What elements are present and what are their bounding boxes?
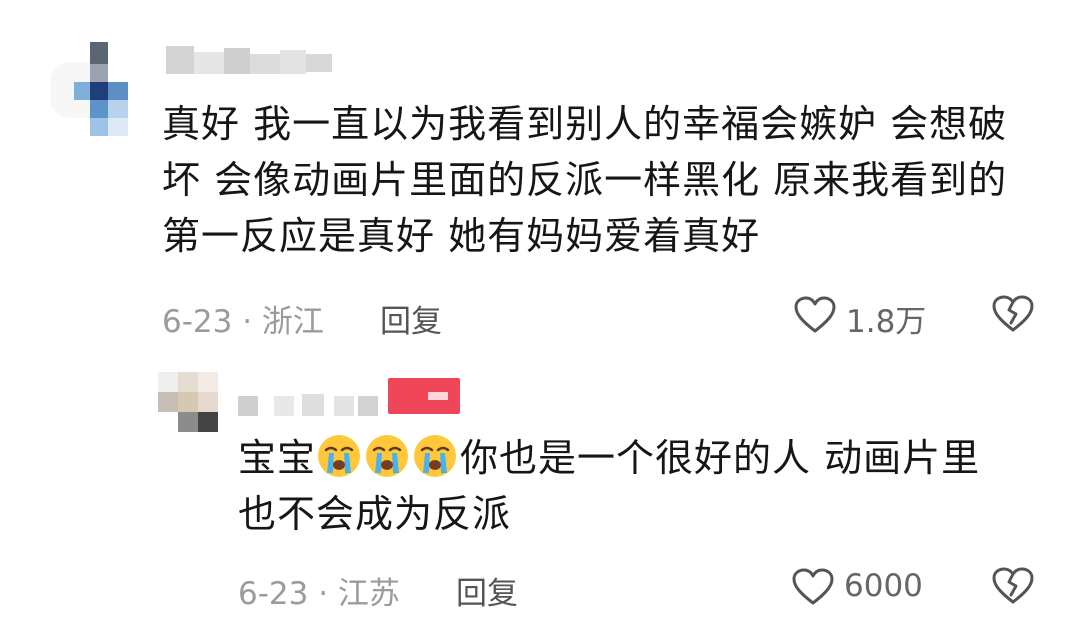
avatar-mosaic-cell: [198, 412, 218, 432]
avatar[interactable]: [44, 40, 144, 140]
avatar-mosaic-cell: [158, 372, 178, 392]
avatar-mosaic-cell: [178, 372, 198, 392]
blur-block: [166, 46, 194, 74]
avatar-mosaic-cell: [198, 372, 218, 392]
avatar-mosaic-cell: [178, 392, 198, 412]
reply-text: 宝宝 你也是一个很好的人 动画片里 也不会成为反派: [238, 430, 980, 542]
loudly-crying-face-icon: [412, 433, 458, 479]
blur-block: [358, 396, 378, 416]
avatar-mosaic-cell: [90, 100, 108, 118]
blur-block: [302, 394, 324, 416]
avatar-mosaic-cell: [108, 82, 128, 100]
comment-line: 真好 我一直以为我看到别人的幸福会嫉妒 会想破: [162, 102, 1008, 146]
reply-date-location: 6-23 · 江苏: [238, 576, 400, 612]
reply-line-rest: 你也是一个很好的人 动画片里: [460, 436, 981, 480]
username-blurred[interactable]: [238, 388, 378, 418]
avatar-mosaic-cell: [108, 118, 128, 136]
avatar-mosaic-cell: [90, 118, 108, 136]
reply-line: 宝宝 你也是一个很好的人 动画片里: [238, 430, 980, 486]
badge-blur: [428, 392, 448, 400]
loudly-crying-face-icon: [364, 433, 410, 479]
like-count: 1.8万: [846, 304, 927, 340]
heart-outline-icon[interactable]: [794, 296, 836, 334]
blur-block: [274, 396, 294, 416]
username-blurred[interactable]: [166, 44, 336, 76]
reply-prefix: 宝宝: [238, 436, 317, 480]
blur-block: [306, 54, 332, 72]
blur-block: [334, 396, 354, 416]
heart-outline-icon[interactable]: [792, 568, 834, 606]
avatar-mosaic-cell: [90, 64, 108, 82]
broken-heart-icon[interactable]: [992, 566, 1034, 606]
avatar[interactable]: [158, 372, 220, 434]
comment-line: 第一反应是真好 她有妈妈爱着真好: [162, 214, 761, 258]
blur-block: [280, 50, 306, 74]
avatar-mosaic-cell: [90, 82, 108, 100]
reply-button[interactable]: 回复: [456, 568, 518, 613]
avatar-mosaic-cell: [90, 42, 108, 64]
blur-block: [238, 396, 258, 416]
comment-line: 坏 会像动画片里面的反派一样黑化 原来我看到的: [162, 158, 1008, 202]
avatar-mosaic-cell: [108, 100, 128, 118]
comment-text: 真好 我一直以为我看到别人的幸福会嫉妒 会想破 坏 会像动画片里面的反派一样黑化…: [162, 96, 1007, 264]
avatar-mosaic-cell: [158, 392, 178, 412]
avatar-mosaic-cell: [198, 392, 218, 412]
avatar-mosaic-cell: [74, 82, 90, 100]
reply-line: 也不会成为反派: [238, 492, 512, 536]
loudly-crying-face-icon: [316, 433, 362, 479]
avatar-mosaic-cell: [178, 412, 198, 432]
like-count: 6000: [844, 568, 923, 604]
blur-block: [250, 54, 280, 74]
blur-block: [224, 48, 250, 74]
comment-date-location: 6-23 · 浙江: [162, 304, 324, 340]
blur-block: [194, 52, 224, 74]
reply-button[interactable]: 回复: [380, 296, 442, 341]
author-badge: [388, 378, 460, 414]
broken-heart-icon[interactable]: [992, 294, 1034, 334]
